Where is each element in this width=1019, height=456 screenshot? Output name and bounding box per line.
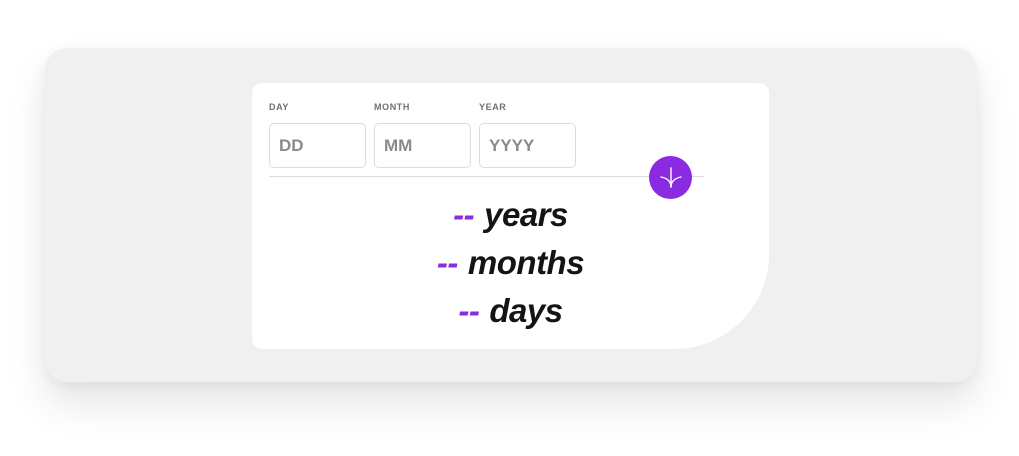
day-input[interactable] bbox=[269, 123, 366, 168]
years-value: -- bbox=[453, 196, 475, 233]
months-value: -- bbox=[436, 244, 458, 281]
results: -- years -- months -- days bbox=[252, 191, 769, 335]
day-field-group: DAY bbox=[269, 101, 366, 168]
month-input[interactable] bbox=[374, 123, 471, 168]
result-days: -- days bbox=[252, 287, 769, 335]
arrow-down-icon bbox=[658, 165, 684, 191]
days-value: -- bbox=[458, 292, 480, 329]
months-unit: months bbox=[467, 244, 585, 281]
years-unit: years bbox=[484, 196, 568, 233]
age-calculator-card: DAY MONTH YEAR --years --months --days bbox=[252, 83, 769, 349]
result-months: -- months bbox=[252, 239, 769, 287]
year-input[interactable] bbox=[479, 123, 576, 168]
year-label: YEAR bbox=[479, 102, 507, 112]
divider bbox=[269, 176, 704, 177]
year-field-group: YEAR bbox=[479, 101, 576, 168]
month-field-group: MONTH bbox=[374, 101, 471, 168]
day-label: DAY bbox=[269, 102, 289, 112]
days-unit: days bbox=[489, 292, 563, 329]
month-label: MONTH bbox=[374, 102, 410, 112]
result-years: -- years bbox=[252, 191, 769, 239]
